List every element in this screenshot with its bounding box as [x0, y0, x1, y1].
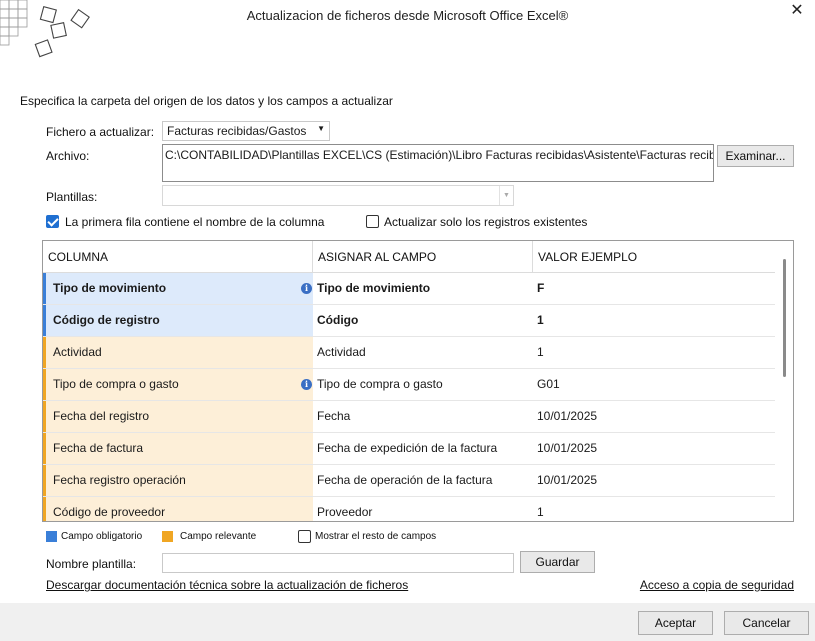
cell-columna: Fecha del registro: [43, 401, 313, 432]
table-row[interactable]: Código de proveedor Proveedor 1: [43, 497, 776, 521]
header-valor-ejemplo[interactable]: VALOR EJEMPLO: [533, 241, 776, 273]
cell-columna: Código de registro: [43, 305, 313, 336]
cancelar-button[interactable]: Cancelar: [724, 611, 809, 635]
cell-valor: 1: [537, 313, 544, 327]
mostrar-resto-label: Mostrar el resto de campos: [315, 531, 437, 542]
cell-campo[interactable]: Proveedor: [313, 497, 533, 521]
cell-campo[interactable]: Fecha: [313, 401, 533, 432]
fichero-select[interactable]: Facturas recibidas/Gastos ▼: [162, 121, 330, 141]
cell-campo[interactable]: Actividad: [313, 337, 533, 368]
guardar-button[interactable]: Guardar: [520, 551, 595, 573]
grid-header: COLUMNA ASIGNAR AL CAMPO VALOR EJEMPLO: [43, 241, 776, 273]
cell-columna: Tipo de compra o gasto: [43, 369, 313, 400]
cell-columna: Tipo de movimiento: [43, 273, 313, 304]
table-row[interactable]: Tipo de movimiento i Tipo de movimiento …: [43, 273, 776, 305]
cell-valor: 10/01/2025: [537, 441, 598, 455]
cell-valor: G01: [537, 377, 560, 391]
nombre-plantilla-input[interactable]: [162, 553, 514, 573]
cell-valor: 10/01/2025: [537, 409, 598, 423]
table-row[interactable]: Fecha de factura Fecha de expedición de …: [43, 433, 776, 465]
cell-campo[interactable]: Código: [313, 305, 533, 336]
nombre-plantilla-label: Nombre plantilla:: [46, 557, 137, 571]
legend-obligatorio-label: Campo obligatorio: [61, 531, 143, 542]
window-title: Actualizacion de ficheros desde Microsof…: [246, 8, 569, 23]
cell-valor: F: [537, 281, 545, 295]
close-icon[interactable]: ✕: [787, 2, 807, 22]
cell-columna: Código de proveedor: [43, 497, 313, 521]
table-row[interactable]: Código de registro Código 1: [43, 305, 776, 337]
cell-columna: Actividad: [43, 337, 313, 368]
cell-columna: Fecha registro operación: [43, 465, 313, 496]
cell-valor: 1: [537, 505, 544, 519]
fichero-label: Fichero a actualizar:: [46, 125, 155, 139]
legend-obligatorio-swatch: [46, 531, 57, 542]
legend-relevante-label: Campo relevante: [180, 531, 257, 542]
fields-grid: COLUMNA ASIGNAR AL CAMPO VALOR EJEMPLO T…: [42, 240, 794, 522]
examinar-button[interactable]: Examinar...: [717, 145, 794, 167]
cell-campo[interactable]: Fecha de expedición de la factura: [313, 433, 533, 464]
actualizar-existentes-checkbox[interactable]: [366, 215, 379, 228]
info-icon[interactable]: i: [301, 379, 312, 390]
archivo-label: Archivo:: [46, 149, 90, 163]
fichero-select-value: Facturas recibidas/Gastos: [167, 124, 307, 138]
chevron-down-icon: ▼: [499, 186, 513, 205]
grid-scrollbar[interactable]: [775, 241, 793, 521]
table-row[interactable]: Actividad Actividad 1: [43, 337, 776, 369]
copia-seguridad-link[interactable]: Acceso a copia de seguridad: [640, 578, 794, 592]
cell-campo[interactable]: Fecha de operación de la factura: [313, 465, 533, 496]
header-asignar-campo[interactable]: ASIGNAR AL CAMPO: [313, 241, 533, 273]
info-icon[interactable]: i: [301, 283, 312, 294]
cell-campo[interactable]: Tipo de movimiento: [313, 273, 533, 304]
legend-relevante-swatch: [162, 531, 173, 542]
table-row[interactable]: Tipo de compra o gasto i Tipo de compra …: [43, 369, 776, 401]
scrollbar-thumb[interactable]: [783, 259, 786, 377]
plantillas-label: Plantillas:: [46, 190, 98, 204]
cell-valor: 1: [537, 345, 544, 359]
primera-fila-label: La primera fila contiene el nombre de la…: [65, 215, 325, 229]
aceptar-button[interactable]: Aceptar: [638, 611, 713, 635]
instruction-text: Especifica la carpeta del origen de los …: [20, 94, 393, 108]
table-row[interactable]: Fecha del registro Fecha 10/01/2025: [43, 401, 776, 433]
cell-columna: Fecha de factura: [43, 433, 313, 464]
cell-valor: 10/01/2025: [537, 473, 598, 487]
table-row[interactable]: Fecha registro operación Fecha de operac…: [43, 465, 776, 497]
chevron-down-icon: ▼: [317, 124, 325, 133]
primera-fila-checkbox[interactable]: [46, 215, 59, 228]
mostrar-resto-checkbox[interactable]: [298, 530, 311, 543]
archivo-field[interactable]: C:\CONTABILIDAD\Plantillas EXCEL\CS (Est…: [162, 144, 714, 182]
plantillas-select[interactable]: ▼: [162, 185, 514, 206]
doc-tecnica-link[interactable]: Descargar documentación técnica sobre la…: [46, 578, 408, 592]
actualizar-existentes-label: Actualizar solo los registros existentes: [384, 215, 588, 229]
header-columna[interactable]: COLUMNA: [43, 241, 313, 273]
cell-campo[interactable]: Tipo de compra o gasto: [313, 369, 533, 400]
